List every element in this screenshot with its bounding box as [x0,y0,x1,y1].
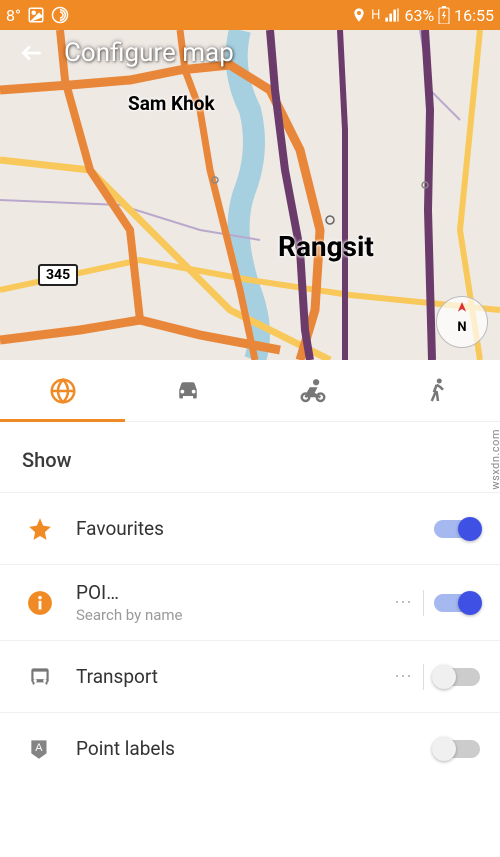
page-title: Configure map [64,38,234,68]
compass-label: N [457,320,466,335]
back-button[interactable] [18,39,46,67]
compass[interactable]: N [436,296,488,348]
info-icon [20,590,60,616]
label-icon: A [20,736,60,762]
toggle-favourites[interactable] [434,520,480,538]
row-favourites[interactable]: Favourites [0,492,500,564]
row-point-labels-label: Point labels [76,737,434,760]
location-icon [351,7,367,23]
nfc-icon [51,6,69,24]
map-label-rangsit: Rangsit [278,230,374,263]
star-icon [20,516,60,542]
bike-icon [298,376,328,406]
watermark: wsxdn.com [490,429,500,490]
toggle-poi[interactable] [434,594,480,612]
row-transport-label: Transport [76,665,394,688]
svg-text:A: A [35,742,43,754]
row-point-labels[interactable]: A Point labels [0,712,500,784]
divider [423,664,424,690]
status-left: 8° [6,6,69,25]
row-poi-label: POI… [76,581,394,604]
status-right: H 63% 16:55 [351,6,494,25]
battery-charging-icon [438,6,450,24]
row-poi[interactable]: POI… Search by name ⋯ [0,564,500,640]
divider [423,590,424,616]
route-shield: 345 [38,264,78,286]
toggle-transport[interactable] [434,668,480,686]
tab-globe[interactable] [0,360,125,421]
walk-icon [423,376,453,406]
temperature: 8° [6,6,21,25]
profile-tabs [0,360,500,422]
map-view[interactable]: Configure map Sam Khok Rangsit 345 N [0,30,500,360]
map-header: Configure map [0,38,234,68]
signal-icon [384,7,400,23]
battery-percent: 63% [404,6,434,25]
globe-icon [48,376,78,406]
compass-arrow-icon [455,302,469,316]
overflow-icon[interactable]: ⋯ [394,666,413,687]
tab-walk[interactable] [375,360,500,421]
car-icon [173,376,203,406]
map-label-samkhok: Sam Khok [128,92,215,115]
row-favourites-label: Favourites [76,517,434,540]
tab-bike[interactable] [250,360,375,421]
status-bar: 8° H 63% 16:55 [0,0,500,30]
toggle-point-labels[interactable] [434,740,480,758]
clock: 16:55 [454,6,494,25]
map-canvas [0,30,500,360]
tab-car[interactable] [125,360,250,421]
section-show-header: Show [0,422,500,492]
overflow-icon[interactable]: ⋯ [394,592,413,613]
row-poi-sub: Search by name [76,606,394,624]
row-transport[interactable]: Transport ⋯ [0,640,500,712]
bus-icon [20,664,60,690]
network-type: H [371,8,380,23]
image-icon [27,6,45,24]
